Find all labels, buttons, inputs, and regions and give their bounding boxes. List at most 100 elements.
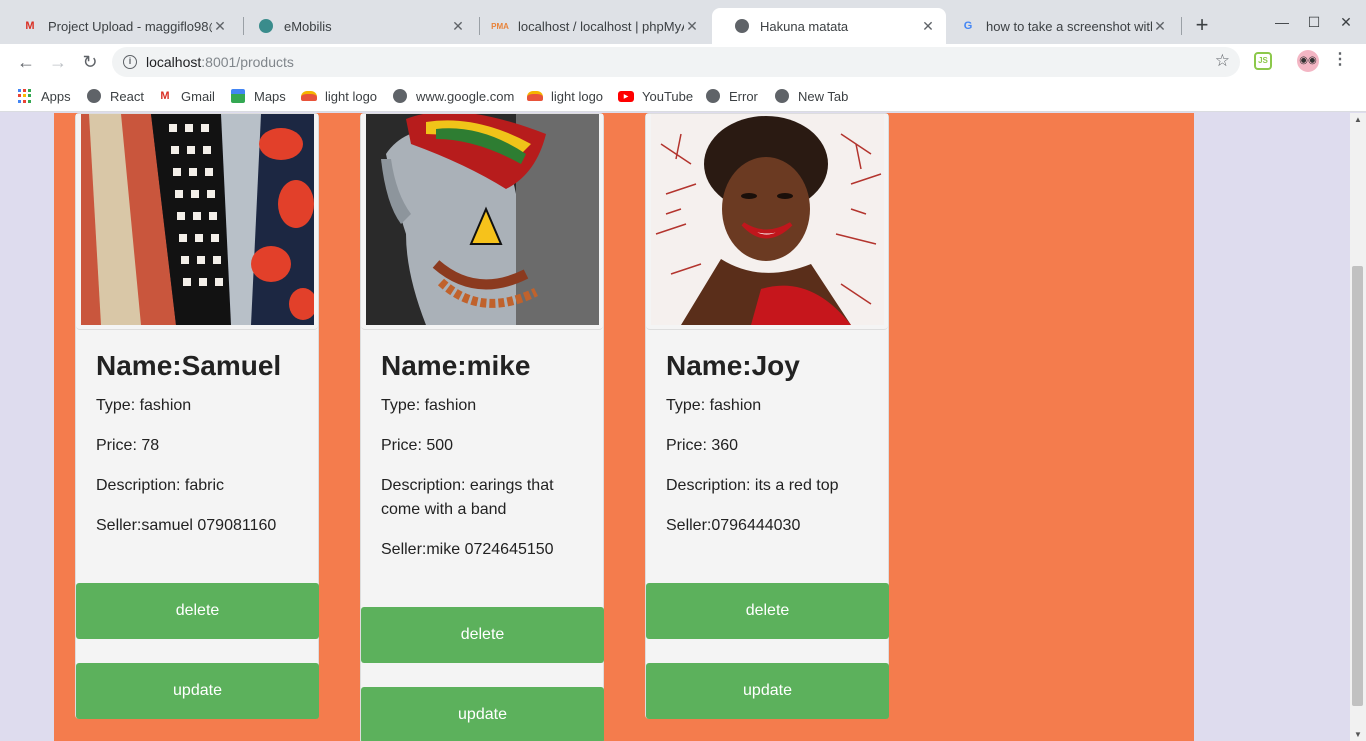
bookmark-label: Maps xyxy=(254,88,286,104)
bookmark-label: New Tab xyxy=(798,88,849,104)
tab-divider xyxy=(1181,17,1182,35)
tab-phpmyadmin[interactable]: PMA localhost / localhost | phpMyA ✕ xyxy=(470,8,710,44)
tab-strip: M Project Upload - maggiflo98@g ✕ eMobil… xyxy=(0,0,1366,44)
globe-icon xyxy=(86,88,102,104)
product-card: Name:mike Type: fashion Price: 500 Descr… xyxy=(360,113,604,741)
delete-button[interactable]: delete xyxy=(646,583,889,639)
product-description: Description: its a red top xyxy=(666,477,839,494)
update-button[interactable]: update xyxy=(76,663,319,719)
emobilis-icon xyxy=(258,18,274,34)
bookmark-label: www.google.com xyxy=(416,88,515,104)
product-description: Description: fabric xyxy=(96,477,225,494)
globe-icon xyxy=(705,88,721,104)
gmail-icon: M xyxy=(160,90,170,102)
bookmark-maps[interactable]: Maps xyxy=(230,86,286,106)
scroll-down-icon[interactable]: ▼ xyxy=(1354,730,1362,739)
bookmark-new-tab[interactable]: New Tab xyxy=(774,86,848,106)
product-price: Price: 78 xyxy=(96,437,160,454)
page-viewport: Name:Samuel Type: fashion Price: 78 Desc… xyxy=(0,113,1350,741)
update-button[interactable]: update xyxy=(646,663,889,719)
tab-title: how to take a screenshot with xyxy=(986,18,1152,34)
product-price: Price: 360 xyxy=(666,437,739,454)
bookmark-google[interactable]: www.google.com xyxy=(392,86,514,106)
bookmark-label: Gmail xyxy=(181,88,215,104)
new-tab-button[interactable]: + xyxy=(1190,14,1214,38)
bookmarks-bar: Apps React M Gmail Maps light logo www.g… xyxy=(0,80,1366,112)
tab-emobilis[interactable]: eMobilis ✕ xyxy=(236,8,476,44)
address-bar[interactable]: i localhost:8001/products ☆ xyxy=(112,47,1240,77)
close-icon[interactable]: ✕ xyxy=(1152,18,1168,35)
tab-project-upload[interactable]: M Project Upload - maggiflo98@g ✕ xyxy=(0,8,238,44)
forward-icon[interactable]: → xyxy=(46,50,70,74)
tab-google-search[interactable]: G how to take a screenshot with ✕ xyxy=(938,8,1178,44)
bookmark-label: light logo xyxy=(551,88,604,104)
kebab-menu-icon[interactable]: ⋮ xyxy=(1332,49,1348,69)
youtube-icon: ▶ xyxy=(618,88,634,104)
product-card: Name:Samuel Type: fashion Price: 78 Desc… xyxy=(75,113,319,719)
product-seller: Seller:samuel 079081160 xyxy=(96,517,277,534)
bookmark-apps[interactable]: Apps xyxy=(17,86,71,106)
product-card: Name:Joy Type: fashion Price: 360 Descri… xyxy=(645,113,889,719)
products-panel: Name:Samuel Type: fashion Price: 78 Desc… xyxy=(54,113,1194,741)
phpmyadmin-icon: PMA xyxy=(491,21,509,31)
product-type: Type: fashion xyxy=(666,397,762,414)
product-name: Name:Joy xyxy=(666,350,800,381)
apps-grid-icon xyxy=(17,88,33,104)
bookmark-gmail[interactable]: M Gmail xyxy=(157,86,215,106)
page-scrollbar[interactable]: ▲ ▼ xyxy=(1350,113,1366,741)
globe-icon xyxy=(392,88,408,104)
product-image xyxy=(651,114,884,325)
scroll-up-icon[interactable]: ▲ xyxy=(1354,115,1362,124)
light-logo-icon xyxy=(301,88,317,104)
maximize-icon[interactable]: ☐ xyxy=(1304,12,1324,32)
close-icon[interactable]: ✕ xyxy=(450,18,466,35)
google-icon: G xyxy=(963,20,973,32)
bookmark-label: light logo xyxy=(325,88,378,104)
delete-button[interactable]: delete xyxy=(76,583,319,639)
product-name: Name:Samuel xyxy=(96,350,282,381)
reload-icon[interactable]: ↻ xyxy=(78,50,102,74)
light-logo-icon xyxy=(527,88,543,104)
tab-hakuna-matata[interactable]: Hakuna matata ✕ xyxy=(712,8,946,44)
tab-title: eMobilis xyxy=(284,18,332,34)
update-button[interactable]: update xyxy=(361,687,604,741)
product-image xyxy=(366,114,599,325)
window-close-icon[interactable]: ✕ xyxy=(1336,12,1356,32)
product-description: Description: earings that come with a ba… xyxy=(381,477,554,518)
product-type: Type: fashion xyxy=(96,397,192,414)
product-type: Type: fashion xyxy=(381,397,477,414)
product-seller: Seller:mike 0724645150 xyxy=(381,541,554,558)
close-icon[interactable]: ✕ xyxy=(920,18,936,35)
tab-title: Hakuna matata xyxy=(760,18,849,34)
bookmark-react[interactable]: React xyxy=(86,86,144,106)
globe-icon xyxy=(734,18,750,34)
bookmark-label: Apps xyxy=(41,88,71,104)
close-icon[interactable]: ✕ xyxy=(684,18,700,35)
nodejs-extension-icon[interactable]: JS xyxy=(1254,52,1272,70)
bookmark-star-icon[interactable]: ☆ xyxy=(1215,51,1230,71)
bookmark-youtube[interactable]: ▶ YouTube xyxy=(618,86,693,106)
profile-avatar[interactable]: ◉◉ xyxy=(1297,50,1319,72)
minimize-icon[interactable]: — xyxy=(1272,12,1292,32)
bookmark-light-logo-2[interactable]: light logo xyxy=(527,86,603,106)
browser-toolbar: ← → ↻ i localhost:8001/products ☆ JS ◉◉ … xyxy=(0,44,1366,80)
bookmark-light-logo[interactable]: light logo xyxy=(301,86,377,106)
bookmark-error[interactable]: Error xyxy=(705,86,758,106)
delete-button[interactable]: delete xyxy=(361,607,604,663)
maps-icon xyxy=(230,88,246,104)
bookmark-label: Error xyxy=(729,88,758,104)
scrollbar-thumb[interactable] xyxy=(1352,266,1363,706)
gmail-icon: M xyxy=(25,20,35,32)
bookmark-label: React xyxy=(110,88,144,104)
close-icon[interactable]: ✕ xyxy=(212,18,228,35)
url-text[interactable]: localhost:8001/products xyxy=(146,54,294,70)
product-image xyxy=(81,114,314,325)
tab-title: Project Upload - maggiflo98@g xyxy=(48,18,212,34)
product-name: Name:mike xyxy=(381,350,531,381)
back-icon[interactable]: ← xyxy=(14,50,38,74)
info-icon[interactable]: i xyxy=(123,55,137,69)
bookmark-label: YouTube xyxy=(642,88,694,104)
product-seller: Seller:0796444030 xyxy=(666,517,801,534)
tab-title: localhost / localhost | phpMyA xyxy=(518,18,684,34)
globe-icon xyxy=(774,88,790,104)
